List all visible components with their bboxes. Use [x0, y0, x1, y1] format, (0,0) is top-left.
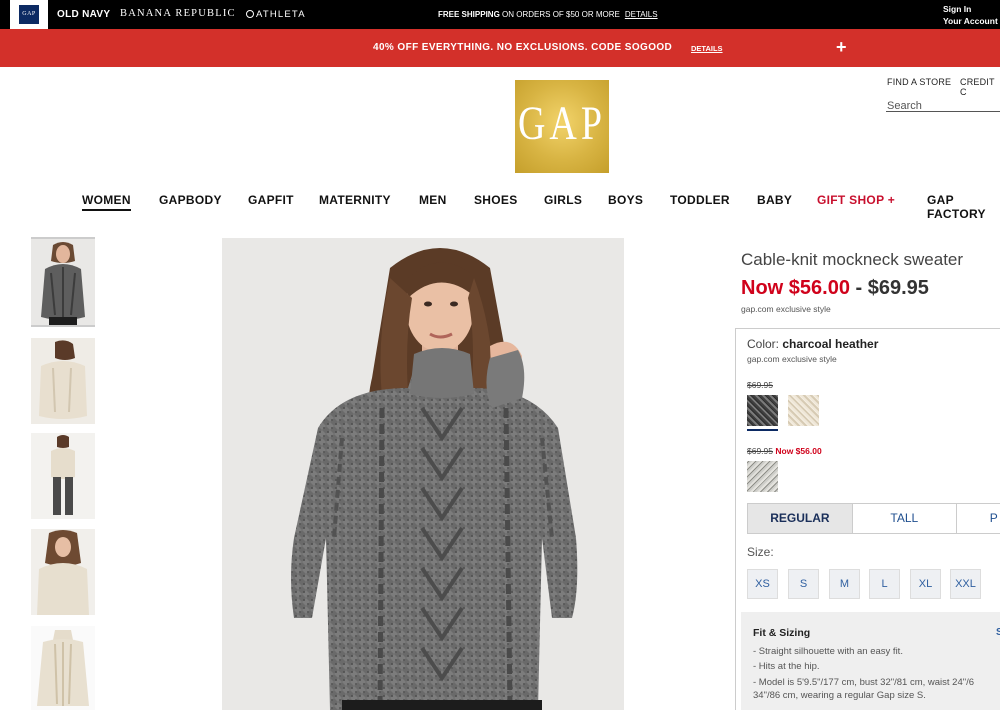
shipping-text: ON ORDERS OF $50 OR MORE [499, 10, 620, 19]
sign-in-link[interactable]: Sign In [943, 3, 998, 15]
thumbnail-5-image [31, 626, 95, 710]
credit-card-link[interactable]: CREDIT C [960, 77, 1000, 97]
nav-maternity[interactable]: MATERNITY [319, 193, 391, 207]
size-label: Size: [747, 545, 774, 559]
color-exclusive-note: gap.com exclusive style [747, 354, 837, 364]
promo-expand-icon[interactable]: + [836, 37, 847, 58]
swatch-group-2-now-price: Now $56.00 [775, 446, 822, 456]
price-high: $69.95 [867, 277, 929, 299]
nav-women[interactable]: WOMEN [82, 193, 131, 211]
search-input[interactable]: Search [886, 99, 1000, 112]
size-xs-button[interactable]: XS [747, 569, 778, 599]
promo-banner: 40% OFF EVERYTHING. NO EXCLUSIONS. CODE … [0, 29, 1000, 67]
color-label: Color: charcoal heather [747, 337, 878, 351]
swatch-light-grey[interactable] [747, 461, 778, 492]
athleta-label: ATHLETA [256, 9, 306, 20]
shipping-bold: FREE SHIPPING [438, 10, 500, 19]
shipping-banner: FREE SHIPPING ON ORDERS OF $50 OR MORE DE… [438, 10, 658, 19]
nav-boys[interactable]: BOYS [608, 193, 643, 207]
athleta-icon [246, 10, 254, 18]
product-title: Cable-knit mockneck sweater [741, 250, 964, 269]
brand-bar: GAP OLD NAVY BANANA REPUBLIC ATHLETA FRE… [0, 0, 1000, 29]
athleta-link[interactable]: ATHLETA [246, 9, 306, 20]
color-label-prefix: Color: [747, 337, 783, 351]
size-xxl-button[interactable]: XXL [950, 569, 981, 599]
nav-girls[interactable]: GIRLS [544, 193, 582, 207]
fit-line-4: 34"/86 cm, wearing a regular Gap size S. [753, 690, 926, 701]
nav-gapbody[interactable]: GAPBODY [159, 193, 222, 207]
nav-toddler[interactable]: TODDLER [670, 193, 730, 207]
fit-line-3: - Model is 5'9.5"/177 cm, bust 32"/81 cm… [753, 677, 975, 688]
thumbnail-1-image [31, 239, 95, 325]
nav-gap-factory[interactable]: GAP FACTORY [927, 193, 1000, 221]
thumbnail-1[interactable] [31, 237, 95, 327]
gap-logo[interactable]: GAP [515, 80, 609, 173]
product-price: Now $56.00 - $69.95 [741, 277, 929, 300]
promo-details-link[interactable]: DETAILS [691, 44, 723, 53]
size-xl-button[interactable]: XL [910, 569, 941, 599]
thumbnail-4-image [31, 529, 95, 615]
fit-line-2: - Hits at the hip. [753, 661, 820, 672]
nav-men[interactable]: MEN [419, 193, 447, 207]
banana-republic-link[interactable]: BANANA REPUBLIC [120, 8, 236, 19]
promo-text: 40% OFF EVERYTHING. NO EXCLUSIONS. CODE … [373, 42, 673, 53]
selected-swatch-indicator [747, 429, 778, 431]
gap-mini-logo: GAP [19, 5, 39, 24]
nav-shoes[interactable]: SHOES [474, 193, 518, 207]
tab-regular[interactable]: REGULAR [748, 504, 853, 533]
fit-tabs: REGULAR TALL P [747, 503, 1000, 534]
color-value: charcoal heather [782, 337, 879, 351]
thumbnail-5[interactable] [31, 626, 95, 710]
nav-baby[interactable]: BABY [757, 193, 792, 207]
account-menu[interactable]: Sign In Your Account [943, 3, 998, 27]
old-navy-link[interactable]: OLD NAVY [57, 9, 110, 20]
thumbnail-3[interactable] [31, 433, 95, 519]
size-chart-link[interactable]: S [996, 627, 1000, 638]
tab-petite[interactable]: P [957, 504, 1000, 533]
size-m-button[interactable]: M [829, 569, 860, 599]
thumbnail-2-image [31, 338, 95, 424]
fit-line-1: - Straight silhouette with an easy fit. [753, 646, 903, 657]
your-account-link[interactable]: Your Account [943, 15, 998, 27]
thumbnail-3-image [31, 433, 95, 519]
swatch-charcoal-heather[interactable] [747, 395, 778, 426]
size-l-button[interactable]: L [869, 569, 900, 599]
thumbnail-2[interactable] [31, 338, 95, 424]
nav-gift-shop[interactable]: GIFT SHOP + [817, 193, 895, 207]
swatch-group-1-price: $69.95 [747, 380, 773, 390]
main-product-image[interactable] [222, 238, 624, 710]
price-now: Now $56.00 [741, 277, 850, 299]
gap-logo-text: GAP [517, 97, 607, 151]
nav-gapfit[interactable]: GAPFIT [248, 193, 294, 207]
model-photo [222, 238, 624, 710]
find-store-link[interactable]: FIND A STORE [887, 77, 951, 87]
swatch-group-2-orig-price: $69.95 [747, 446, 773, 456]
price-separator: - [849, 277, 868, 299]
size-s-button[interactable]: S [788, 569, 819, 599]
shipping-details-link[interactable]: DETAILS [625, 10, 658, 19]
thumbnail-4[interactable] [31, 529, 95, 615]
tab-tall[interactable]: TALL [853, 504, 957, 533]
gap-brand-link[interactable]: GAP [10, 0, 48, 29]
fit-sizing-title: Fit & Sizing [753, 627, 811, 639]
swatch-group-1-orig-price: $69.95 [747, 380, 773, 390]
swatch-ivory[interactable] [788, 395, 819, 426]
swatch-group-2-price: $69.95 Now $56.00 [747, 446, 822, 456]
exclusive-note: gap.com exclusive style [741, 304, 831, 314]
